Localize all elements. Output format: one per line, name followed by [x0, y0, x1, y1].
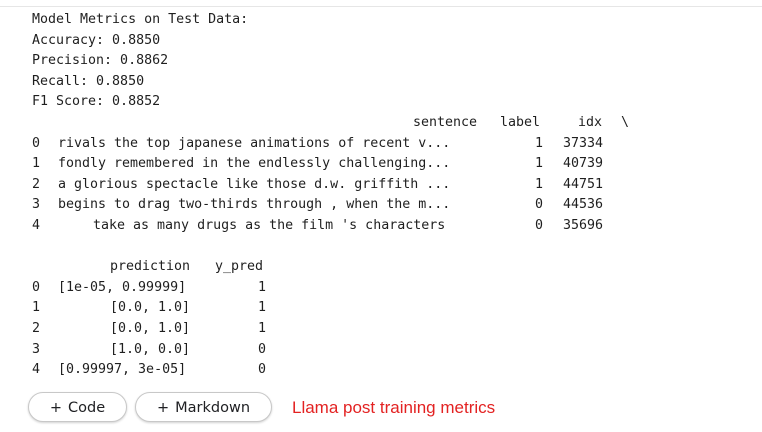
row-index: 1 [32, 300, 41, 316]
table-row: 4 [0.99997, 3e-05] 0 [0, 360, 762, 381]
row-sentence: a glorious spectacle like those d.w. gri… [58, 176, 451, 192]
row-prediction: [1.0, 0.0] [110, 341, 191, 357]
add-markdown-cell-button[interactable]: + Markdown [135, 392, 272, 422]
row-idx: 44536 [563, 197, 604, 213]
row-index: 3 [32, 341, 41, 357]
table2-header-row: prediction y_pred [0, 257, 762, 278]
row-idx: 35696 [563, 218, 604, 233]
table1-header-row: sentence label idx \ [0, 113, 762, 134]
table2-col-prediction: prediction [110, 259, 191, 275]
row-prediction: [1e-05, 0.99999] [58, 279, 187, 295]
row-label: 0 [535, 218, 544, 233]
row-y-pred: 0 [258, 362, 267, 378]
table1-col-continuation: \ [621, 115, 630, 130]
row-sentence: rivals the top japanese animations of re… [58, 135, 451, 151]
row-index: 1 [32, 156, 41, 172]
metric-accuracy: Accuracy: 0.8850 [32, 32, 161, 48]
add-code-cell-button[interactable]: + Code [28, 392, 127, 422]
table1-col-sentence: sentence [413, 115, 478, 130]
row-label: 1 [535, 156, 544, 172]
row-idx: 40739 [563, 156, 604, 172]
cell-top-border [0, 0, 762, 7]
row-sentence: begins to drag two-thirds through , when… [58, 197, 451, 213]
row-y-pred: 1 [258, 300, 267, 316]
table-row: 2 [0.0, 1.0] 1 [0, 319, 762, 340]
plus-icon: + [49, 400, 63, 416]
table1-col-label: label [500, 115, 541, 130]
row-y-pred: 1 [258, 321, 267, 336]
table-row: 0 rivals the top japanese animations of … [0, 134, 762, 155]
row-prediction: [0.99997, 3e-05] [58, 362, 187, 378]
metrics-header: Model Metrics on Test Data: [32, 12, 249, 27]
row-y-pred: 1 [258, 279, 267, 295]
table-row: 1 [0.0, 1.0] 1 [0, 298, 762, 319]
table-row: 0 [1e-05, 0.99999] 1 [0, 278, 762, 299]
metric-precision: Precision: 0.8862 [32, 53, 169, 69]
add-markdown-label: Markdown [175, 400, 251, 416]
row-idx: 44751 [563, 176, 604, 192]
table-row: 3 [1.0, 0.0] 0 [0, 340, 762, 361]
add-code-label: Code [68, 400, 106, 416]
row-index: 3 [32, 197, 41, 213]
table1-col-idx: idx [578, 115, 603, 130]
row-index: 2 [32, 321, 41, 336]
table-row: 1 fondly remembered in the endlessly cha… [0, 154, 762, 175]
plus-icon: + [156, 400, 170, 416]
table-row: 3 begins to drag two-thirds through , wh… [0, 195, 762, 216]
row-index: 2 [32, 176, 41, 192]
row-label: 0 [535, 197, 544, 213]
row-index: 4 [32, 218, 41, 233]
row-sentence: fondly remembered in the endlessly chall… [58, 156, 451, 172]
row-index: 0 [32, 135, 41, 151]
table2-col-y-pred: y_pred [215, 259, 264, 275]
row-label: 1 [535, 176, 544, 192]
row-index: 4 [32, 362, 41, 378]
metric-recall: Recall: 0.8850 [32, 73, 145, 89]
cell-output: Model Metrics on Test Data: Accuracy: 0.… [0, 10, 762, 390]
row-y-pred: 0 [258, 341, 267, 357]
metric-f1: F1 Score: 0.8852 [32, 94, 161, 110]
row-prediction: [0.0, 1.0] [110, 300, 191, 316]
table-row: 4 take as many drugs as the film 's char… [0, 216, 762, 237]
annotation-note: Llama post training metrics [292, 398, 496, 417]
row-idx: 37334 [563, 135, 604, 151]
row-label: 1 [535, 135, 544, 151]
row-index: 0 [32, 279, 41, 295]
row-sentence: take as many drugs as the film 's charac… [93, 218, 446, 233]
table-row: 2 a glorious spectacle like those d.w. g… [0, 175, 762, 196]
row-prediction: [0.0, 1.0] [110, 321, 191, 336]
